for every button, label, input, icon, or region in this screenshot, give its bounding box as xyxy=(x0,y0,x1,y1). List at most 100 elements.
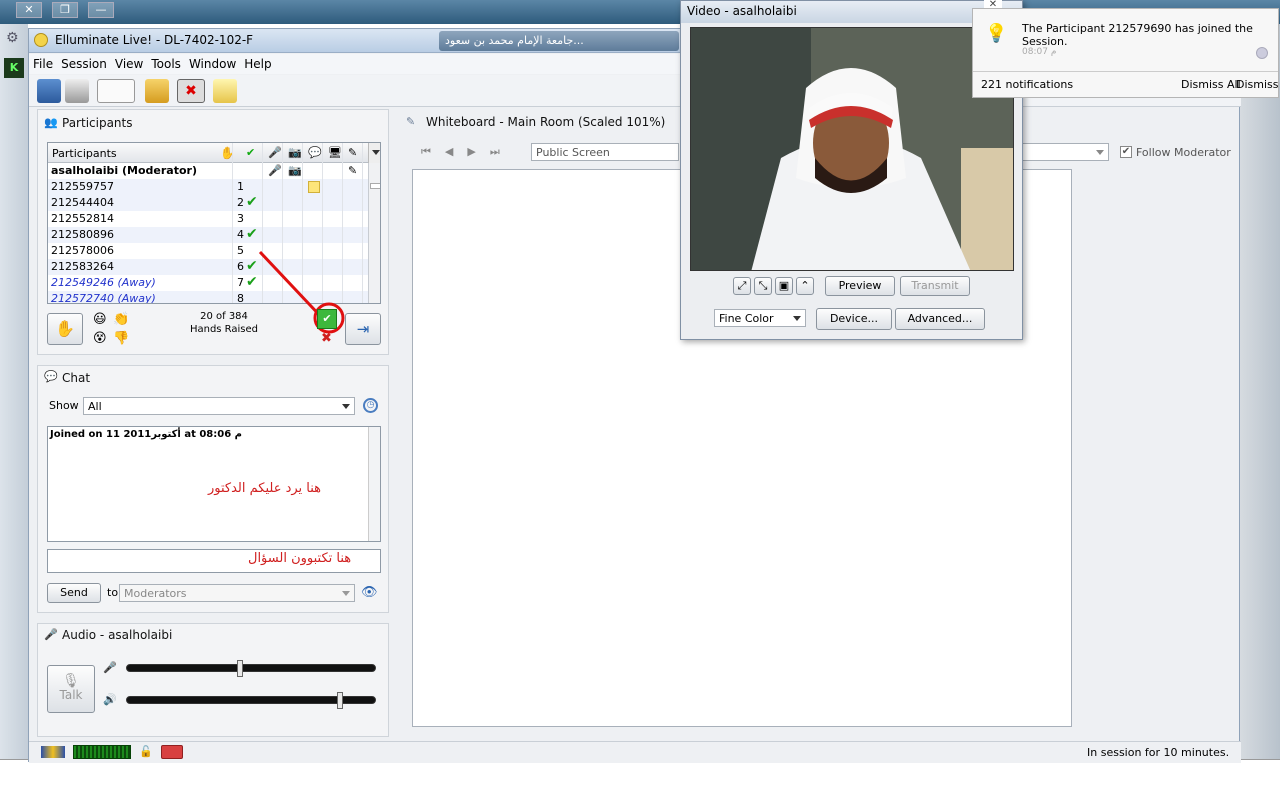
reject-x-icon[interactable]: ✖ xyxy=(321,331,332,346)
table-row[interactable]: 212559757 1 xyxy=(48,179,368,195)
thumbs-icon[interactable]: 👎 xyxy=(113,331,129,346)
hand-order: 5 xyxy=(237,244,244,257)
mic-column-icon[interactable]: 🎤 xyxy=(268,146,282,159)
screen-select-value: Public Screen xyxy=(536,146,610,159)
menu-view[interactable]: View xyxy=(111,54,147,74)
pen-icon: ✎ xyxy=(348,164,358,177)
gear-icon[interactable]: ⚙ xyxy=(6,30,19,46)
color-quality-select[interactable]: Fine Color xyxy=(714,309,806,327)
pen-column-icon[interactable]: ✎ xyxy=(348,146,357,159)
menu-help[interactable]: Help xyxy=(240,54,275,74)
page-nav-icons[interactable]: ⏮◀▶⏭ xyxy=(421,145,514,159)
hand-order: 8 xyxy=(237,292,244,304)
restore-icon[interactable]: ❐ xyxy=(52,2,78,18)
window-title: Elluminate Live! - DL-7402-102-F xyxy=(55,33,254,47)
speaker-volume-slider[interactable] xyxy=(126,692,376,709)
pop-out-icon[interactable]: ⤢ xyxy=(733,277,751,295)
notification-popup: 💡 The Participant 212579690 has joined t… xyxy=(972,8,1279,98)
participants-icon: 👥 xyxy=(44,116,58,129)
mic-header-icon: 🎤 xyxy=(44,628,58,641)
notification-count: 221 notifications xyxy=(981,78,1074,91)
notification-message: The Participant 212579690 has joined the… xyxy=(1022,22,1253,48)
screen-select[interactable]: Public Screen xyxy=(531,143,679,161)
talk-mic-icon: 🎙 xyxy=(62,673,80,689)
speaker-volume-knob[interactable] xyxy=(337,692,343,709)
menu-file[interactable]: File xyxy=(29,54,57,74)
minimize-icon[interactable]: — xyxy=(88,2,114,18)
participant-name: 212552814 xyxy=(51,212,114,225)
whiteboard-header: Whiteboard - Main Room (Scaled 101%) xyxy=(426,115,666,129)
recording-icon[interactable] xyxy=(161,745,183,759)
desktop-bottom xyxy=(0,759,1280,800)
chat-input[interactable]: هنا تكتبوون السؤال xyxy=(47,549,381,573)
dismiss-all-link[interactable]: Dismiss All xyxy=(1181,78,1241,91)
menu-tools[interactable]: Tools xyxy=(147,54,185,74)
mic-volume-slider[interactable] xyxy=(126,660,376,677)
approve-check-icon[interactable]: ✔ xyxy=(317,309,337,329)
advanced-button[interactable]: Advanced... xyxy=(895,308,985,330)
chat-scrollbar[interactable] xyxy=(368,427,380,541)
preview-button[interactable]: Preview xyxy=(825,276,895,296)
participant-name: 212572740 (Away) xyxy=(51,292,156,304)
follow-moderator-checkbox[interactable]: ✔ xyxy=(1120,146,1132,158)
talk-button[interactable]: 🎙 Talk xyxy=(47,665,95,713)
screen-select-arrow[interactable] xyxy=(1019,143,1109,161)
moderator-row[interactable]: asalholaibi (Moderator) 🎤 📷 ✎ xyxy=(48,163,368,179)
recipient-select[interactable]: Moderators xyxy=(119,584,355,602)
notification-timer-icon xyxy=(1256,47,1268,59)
table-row[interactable]: 212544404 2 ✔ xyxy=(48,195,368,211)
smile-emoticon-icon[interactable]: 😃 xyxy=(93,312,107,327)
camera-column-icon[interactable]: 📷 xyxy=(288,146,302,159)
collapse-icon[interactable]: ⌃ xyxy=(796,277,814,295)
mic-volume-knob[interactable] xyxy=(237,660,243,677)
video-person-image xyxy=(691,28,1013,270)
chat-note-icon xyxy=(308,181,320,193)
screen-column-icon[interactable]: 🖥 xyxy=(328,146,342,159)
check-icon: ✔ xyxy=(246,226,258,242)
camera-icon: 📷 xyxy=(288,164,302,177)
menu-session[interactable]: Session xyxy=(57,54,111,74)
show-filter-value: All xyxy=(88,400,102,413)
scroll-thumb[interactable] xyxy=(370,183,380,189)
session-time: In session for 10 minutes. xyxy=(1087,746,1230,759)
chat-transcript[interactable]: Joined on 11 أكتوبر2011 at 08:06 م هنا ي… xyxy=(47,426,381,542)
device-button[interactable]: Device... xyxy=(816,308,892,330)
hand-order: 2 xyxy=(237,196,244,209)
save-icon[interactable] xyxy=(37,79,61,103)
confused-emoticon-icon[interactable]: 😵 xyxy=(93,331,107,346)
fullscreen-icon[interactable]: ⤡ xyxy=(754,277,772,295)
notification-bulb-icon: 💡 xyxy=(985,23,1008,44)
columns-menu-icon[interactable] xyxy=(368,143,380,163)
app-k-icon[interactable]: K xyxy=(4,58,24,78)
exit-session-icon[interactable]: ✖ xyxy=(177,79,205,103)
clock-icon[interactable]: ◷ xyxy=(363,398,378,413)
status-bar: 🔓 In session for 10 minutes. xyxy=(29,741,1241,763)
transmit-button[interactable]: Transmit xyxy=(900,276,970,296)
participants-scrollbar[interactable] xyxy=(368,163,380,303)
applause-icon[interactable]: 👏 xyxy=(113,312,129,327)
leave-room-button[interactable]: ⇥ xyxy=(345,313,381,345)
recipient-value: Moderators xyxy=(124,587,187,600)
table-row[interactable]: 212580896 4 ✔ xyxy=(48,227,368,243)
to-label: to xyxy=(107,586,119,599)
table-row[interactable]: 212552814 3 xyxy=(48,211,368,227)
browser-tab[interactable]: جامعة الإمام محمد بن سعود... xyxy=(439,31,679,51)
send-button[interactable]: Send xyxy=(47,583,101,603)
desktop-right-strip xyxy=(1240,24,1280,759)
layout-dropdown-icon[interactable] xyxy=(97,79,135,103)
menu-window[interactable]: Window xyxy=(185,54,240,74)
notes-icon[interactable] xyxy=(213,79,237,103)
chat-column-icon[interactable]: 💬 xyxy=(308,146,322,159)
raise-hand-button[interactable]: ✋ xyxy=(47,313,83,345)
print-icon[interactable] xyxy=(65,79,89,103)
hand-order: 4 xyxy=(237,228,244,241)
close-icon[interactable]: ✕ xyxy=(16,2,42,18)
show-filter-select[interactable]: All xyxy=(83,397,355,415)
participant-name: 212559757 xyxy=(51,180,114,193)
dismiss-link[interactable]: Dismiss xyxy=(1236,78,1279,91)
load-icon[interactable] xyxy=(145,79,169,103)
snapshot-icon[interactable]: ▣ xyxy=(775,277,793,295)
eye-icon[interactable]: 👁 xyxy=(361,585,378,600)
video-title-bar: Video - asalholaibi xyxy=(681,1,1022,23)
check-column-icon[interactable]: ✔ xyxy=(246,146,255,159)
